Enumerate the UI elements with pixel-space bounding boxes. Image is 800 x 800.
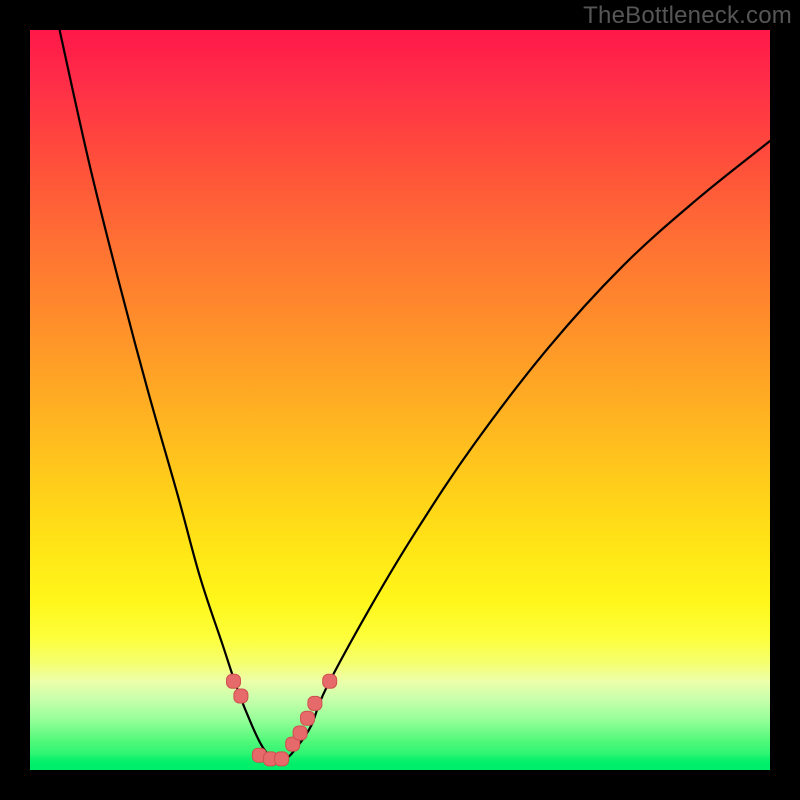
chart-frame: TheBottleneck.com bbox=[0, 0, 800, 800]
curve-marker bbox=[308, 696, 322, 710]
bottleneck-curve bbox=[60, 30, 770, 760]
curve-marker bbox=[293, 726, 307, 740]
curve-layer bbox=[30, 30, 770, 770]
curve-marker bbox=[234, 689, 248, 703]
green-axis-band bbox=[30, 754, 770, 770]
marker-group bbox=[227, 674, 337, 766]
curve-marker bbox=[323, 674, 337, 688]
curve-marker bbox=[227, 674, 241, 688]
curve-marker bbox=[286, 737, 300, 751]
plot-area bbox=[30, 30, 770, 770]
curve-marker bbox=[301, 711, 315, 725]
watermark-text: TheBottleneck.com bbox=[583, 2, 792, 30]
